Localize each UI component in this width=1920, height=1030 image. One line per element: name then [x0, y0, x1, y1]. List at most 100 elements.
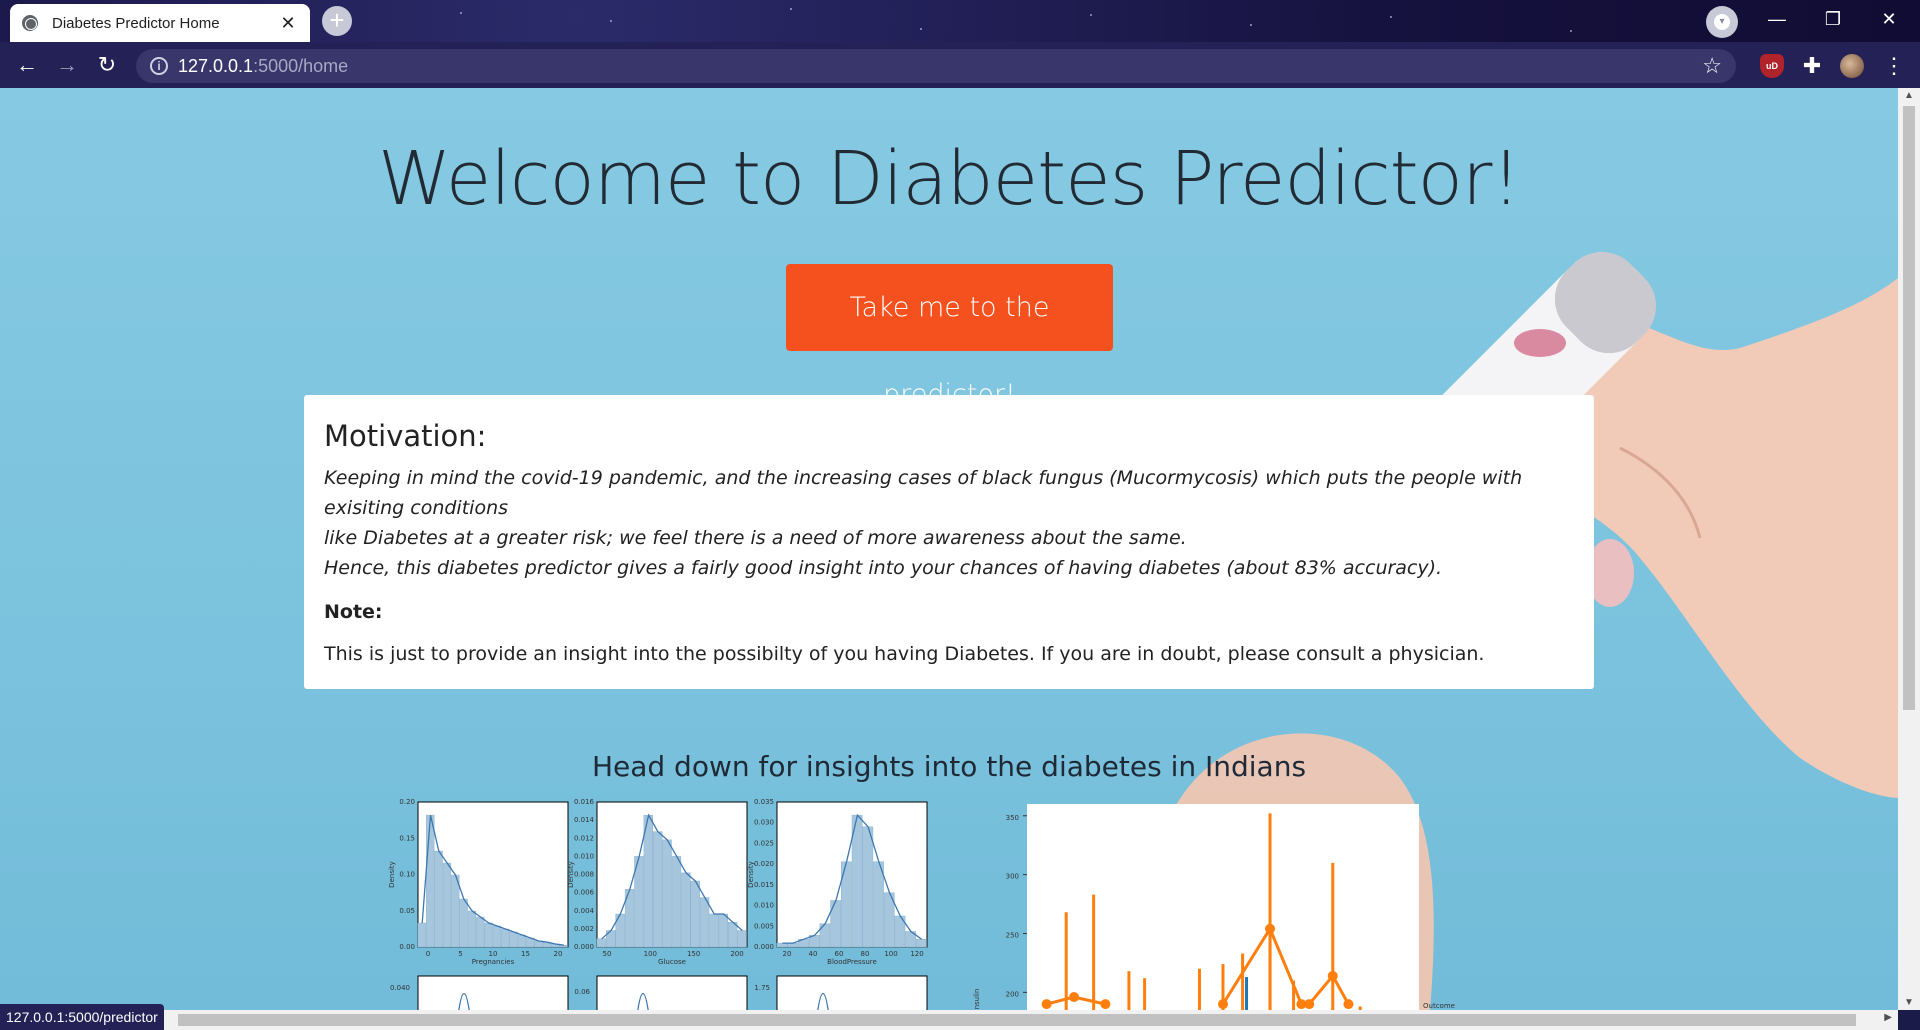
tab-search-button[interactable]: ▾: [1706, 6, 1738, 38]
hist-bar: [709, 913, 719, 948]
x-tick-label: 100: [644, 950, 657, 958]
hist-bar: [467, 910, 477, 948]
y-tick-label: 0.010: [754, 902, 774, 910]
y-tick-label: 0.030: [754, 819, 774, 827]
x-tick-label: 50: [603, 950, 612, 958]
reload-button[interactable]: ↻: [92, 50, 122, 80]
y-tick-label: 0.005: [754, 922, 774, 930]
series-point: [1069, 992, 1080, 1003]
browser-menu-icon[interactable]: ⋮: [1882, 54, 1906, 78]
hist-bar: [517, 934, 527, 948]
x-axis-label: Pregnancies: [472, 958, 515, 966]
page-viewport: Welcome to Diabetes Predictor! Take me t…: [0, 88, 1898, 1010]
y-tick-label: 0.015: [754, 881, 774, 889]
hist-bar: [916, 938, 927, 948]
globe-icon: [22, 15, 38, 31]
address-bar[interactable]: i 127.0.0.1:5000/home ☆: [136, 49, 1736, 83]
ublock-extension-icon[interactable]: uD: [1760, 54, 1784, 78]
hist-plot-frame: [417, 975, 569, 1010]
tab-close-icon[interactable]: ✕: [278, 13, 298, 34]
y-tick-label: 0.025: [754, 839, 774, 847]
hist-bar: [851, 814, 863, 948]
series-point: [1343, 999, 1354, 1010]
hist-bar: [643, 814, 653, 948]
star-decoration: [920, 28, 922, 30]
y-tick-label: 0.05: [399, 907, 415, 915]
minimize-button[interactable]: —: [1754, 0, 1800, 38]
horizontal-scroll-thumb[interactable]: [178, 1014, 1856, 1026]
star-decoration: [460, 12, 462, 14]
y-axis-label: Density: [747, 861, 755, 888]
tab-title: Diabetes Predictor Home: [52, 14, 220, 32]
x-tick-label: 120: [910, 950, 923, 958]
hist-bar: [718, 913, 728, 948]
hist-bar: [737, 930, 747, 948]
series-point: [1265, 923, 1276, 934]
star-decoration: [1570, 30, 1572, 32]
hist-plot-frame: [596, 975, 748, 1010]
window-close-button[interactable]: ✕: [1866, 0, 1912, 38]
status-bar-url: 127.0.0.1:5000/predictor: [0, 1004, 164, 1030]
vertical-scroll-thumb[interactable]: [1903, 106, 1915, 710]
y-tick-label: 1.75: [754, 984, 770, 992]
x-axis-label: BloodPressure: [827, 958, 877, 966]
scroll-down-arrow-icon[interactable]: ▼: [1898, 997, 1920, 1008]
forward-button[interactable]: →: [52, 50, 82, 80]
x-tick-label: 15: [521, 950, 530, 958]
y-tick-label: 0.00: [399, 943, 415, 951]
tab-diabetes-home[interactable]: Diabetes Predictor Home ✕: [10, 4, 310, 42]
hist-bar: [476, 916, 485, 948]
y-tick-label: 0.20: [399, 798, 415, 806]
hist-bar: [699, 897, 710, 948]
extensions-puzzle-icon[interactable]: ✚: [1800, 54, 1824, 78]
hist-bar: [501, 928, 510, 948]
y-tick-label: 0.040: [390, 984, 410, 992]
star-decoration: [1390, 16, 1392, 18]
x-tick-label: 200: [730, 950, 743, 958]
tab-strip: Diabetes Predictor Home ✕ + ▾ — ❐ ✕: [0, 0, 1920, 42]
hist-bar: [662, 839, 672, 948]
series-point: [1100, 999, 1111, 1010]
series-point: [1218, 999, 1228, 1010]
profile-avatar[interactable]: [1840, 54, 1864, 78]
hist-bar: [417, 922, 427, 948]
restore-button[interactable]: ❐: [1810, 0, 1856, 38]
star-decoration: [610, 20, 612, 22]
hist-bar: [451, 874, 460, 948]
new-tab-button[interactable]: +: [322, 6, 352, 36]
y-tick-label: 200: [1006, 990, 1019, 998]
url-host: 127.0.0.1: [178, 56, 254, 76]
x-tick-label: 0: [426, 950, 430, 958]
hist-bar: [728, 922, 738, 948]
x-tick-label: 20: [783, 950, 792, 958]
y-tick-label: 0.000: [754, 943, 774, 951]
vertical-scrollbar[interactable]: ▲ ▼: [1898, 88, 1920, 1010]
hist-bar: [681, 872, 691, 948]
y-tick-label: 0.010: [574, 852, 594, 860]
star-decoration: [1090, 14, 1092, 16]
scroll-up-arrow-icon[interactable]: ▲: [1898, 90, 1920, 101]
y-tick-label: 300: [1006, 873, 1019, 881]
x-tick-label: 40: [809, 950, 818, 958]
y-tick-label: 0.012: [574, 834, 594, 842]
y-tick-label: 0.020: [754, 860, 774, 868]
star-decoration: [1250, 24, 1252, 26]
hist-bar: [862, 826, 874, 948]
series-point: [1327, 970, 1338, 981]
url-text[interactable]: 127.0.0.1:5000/home: [178, 56, 348, 77]
info-icon[interactable]: i: [150, 57, 168, 75]
y-tick-label: 0.006: [574, 889, 595, 897]
x-tick-label: 100: [884, 950, 897, 958]
y-tick-label: 0.035: [754, 798, 774, 806]
back-button[interactable]: ←: [12, 50, 42, 80]
x-tick-label: 5: [458, 950, 462, 958]
x-tick-label: 20: [554, 950, 563, 958]
x-tick-label: 150: [687, 950, 700, 958]
horizontal-scrollbar[interactable]: ▶: [0, 1010, 1898, 1030]
y-tick-label: 250: [1006, 931, 1019, 939]
insights-charts: 0 5 10 15 20 0.00 0.05 0.10 0.15 0.20 Pregnancies D…: [388, 798, 1455, 1010]
scroll-right-arrow-icon[interactable]: ▶: [1884, 1012, 1892, 1023]
bookmark-star-icon[interactable]: ☆: [1702, 53, 1722, 79]
y-tick-label: 0.10: [399, 871, 415, 879]
hist-bar: [426, 814, 435, 948]
